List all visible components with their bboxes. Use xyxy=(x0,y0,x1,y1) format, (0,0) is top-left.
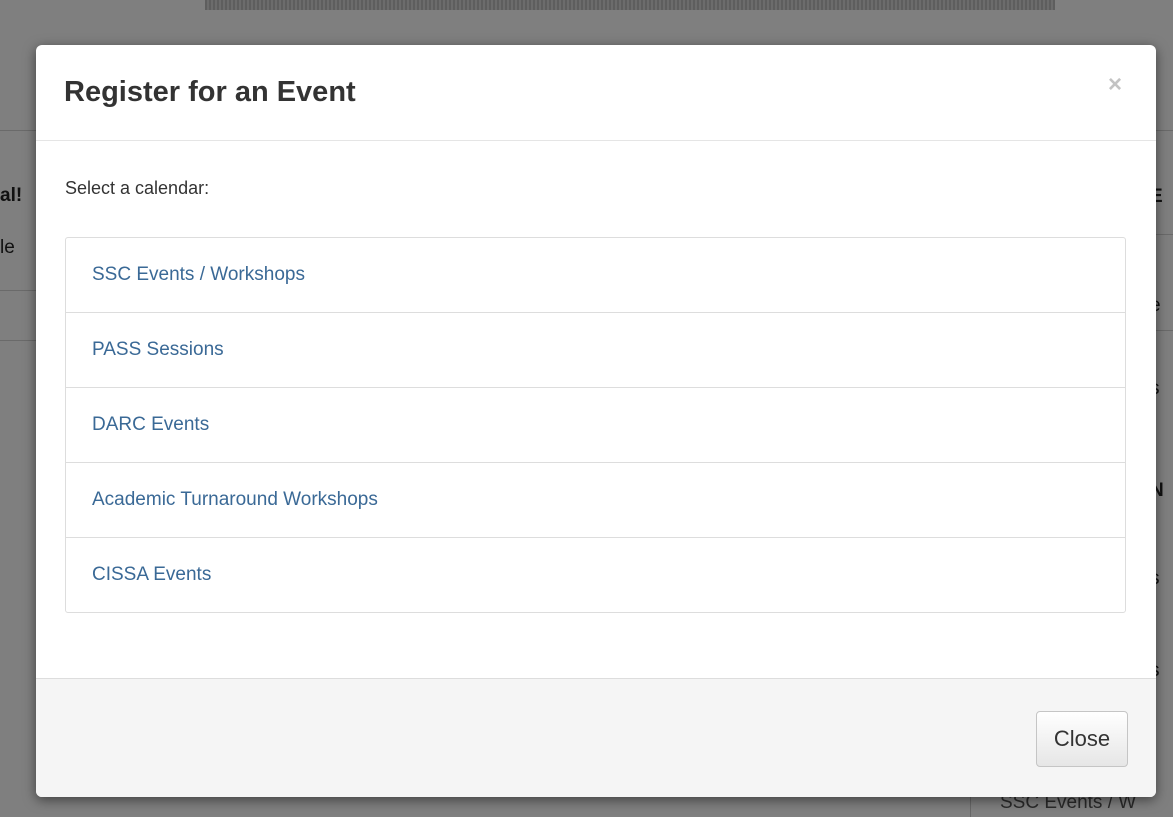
select-calendar-label: Select a calendar: xyxy=(65,178,210,198)
calendar-item-darc-events[interactable]: DARC Events xyxy=(66,388,1125,463)
calendar-item-academic-turnaround-workshops[interactable]: Academic Turnaround Workshops xyxy=(66,463,1125,538)
close-icon[interactable]: × xyxy=(1108,73,1122,97)
calendar-item-ssc-events-workshops[interactable]: SSC Events / Workshops xyxy=(66,238,1125,313)
modal-header: Register for an Event × xyxy=(36,45,1156,141)
calendar-item-pass-sessions[interactable]: PASS Sessions xyxy=(66,313,1125,388)
close-button[interactable]: Close xyxy=(1036,711,1128,767)
register-event-modal: Register for an Event × Select a calenda… xyxy=(36,45,1156,797)
calendar-list: SSC Events / Workshops PASS Sessions DAR… xyxy=(65,237,1126,613)
calendar-item-cissa-events[interactable]: CISSA Events xyxy=(66,538,1125,612)
modal-title: Register for an Event xyxy=(64,76,356,108)
modal-footer: Close xyxy=(36,678,1156,797)
